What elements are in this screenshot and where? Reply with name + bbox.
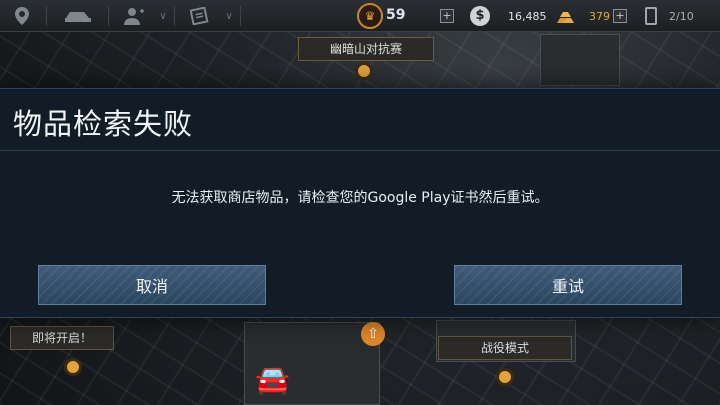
garage-car-icon[interactable] bbox=[52, 0, 104, 32]
coming-soon-label: 即将开启！ bbox=[10, 326, 114, 350]
add-cash-button[interactable]: + bbox=[440, 9, 454, 23]
retry-button[interactable]: 重试 bbox=[454, 265, 682, 305]
gold-amount: 379 bbox=[589, 10, 610, 23]
add-gold-button[interactable]: + bbox=[613, 9, 627, 23]
upgrade-arrow-icon: ⇧ bbox=[361, 322, 385, 346]
fuel-amount: 2/10 bbox=[669, 10, 694, 23]
dialog-divider bbox=[0, 150, 720, 151]
profile-icon[interactable] bbox=[114, 0, 154, 32]
coming-soon-pin-icon bbox=[64, 358, 82, 376]
event-pin-icon bbox=[355, 62, 373, 80]
garage-card[interactable]: 🚘 bbox=[244, 322, 380, 405]
dialog-message: 无法获取商店物品，请检查您的Google Play证书然后重试。 bbox=[171, 190, 549, 206]
top-hud-bar: ∨ ∨ ♛ 59 + $ 16,485 379 + 2/10 bbox=[0, 0, 720, 32]
car-icon: 🚘 bbox=[255, 363, 290, 396]
map-pin-icon[interactable] bbox=[0, 0, 44, 32]
fuel-icon bbox=[645, 7, 657, 25]
news-icon[interactable] bbox=[180, 0, 220, 32]
dialog-title: 物品检索失败 bbox=[13, 107, 194, 141]
error-dialog: 物品检索失败 无法获取商店物品，请检查您的Google Play证书然后重试。 … bbox=[0, 88, 720, 318]
crown-icon: ♛ bbox=[357, 3, 383, 29]
campaign-mode-label[interactable]: 战役模式 bbox=[438, 336, 572, 360]
player-level: 59 bbox=[386, 7, 406, 23]
cash-icon: $ bbox=[470, 6, 490, 26]
chevron-down-icon[interactable]: ∨ bbox=[156, 0, 170, 32]
campaign-pin-icon bbox=[496, 368, 514, 386]
cancel-button[interactable]: 取消 bbox=[38, 265, 266, 305]
event-card[interactable] bbox=[540, 34, 620, 86]
event-banner[interactable]: 幽暗山对抗赛 bbox=[298, 37, 434, 61]
cash-amount: 16,485 bbox=[508, 10, 547, 23]
chevron-down-icon[interactable]: ∨ bbox=[222, 0, 236, 32]
gold-bars-icon bbox=[557, 12, 574, 23]
